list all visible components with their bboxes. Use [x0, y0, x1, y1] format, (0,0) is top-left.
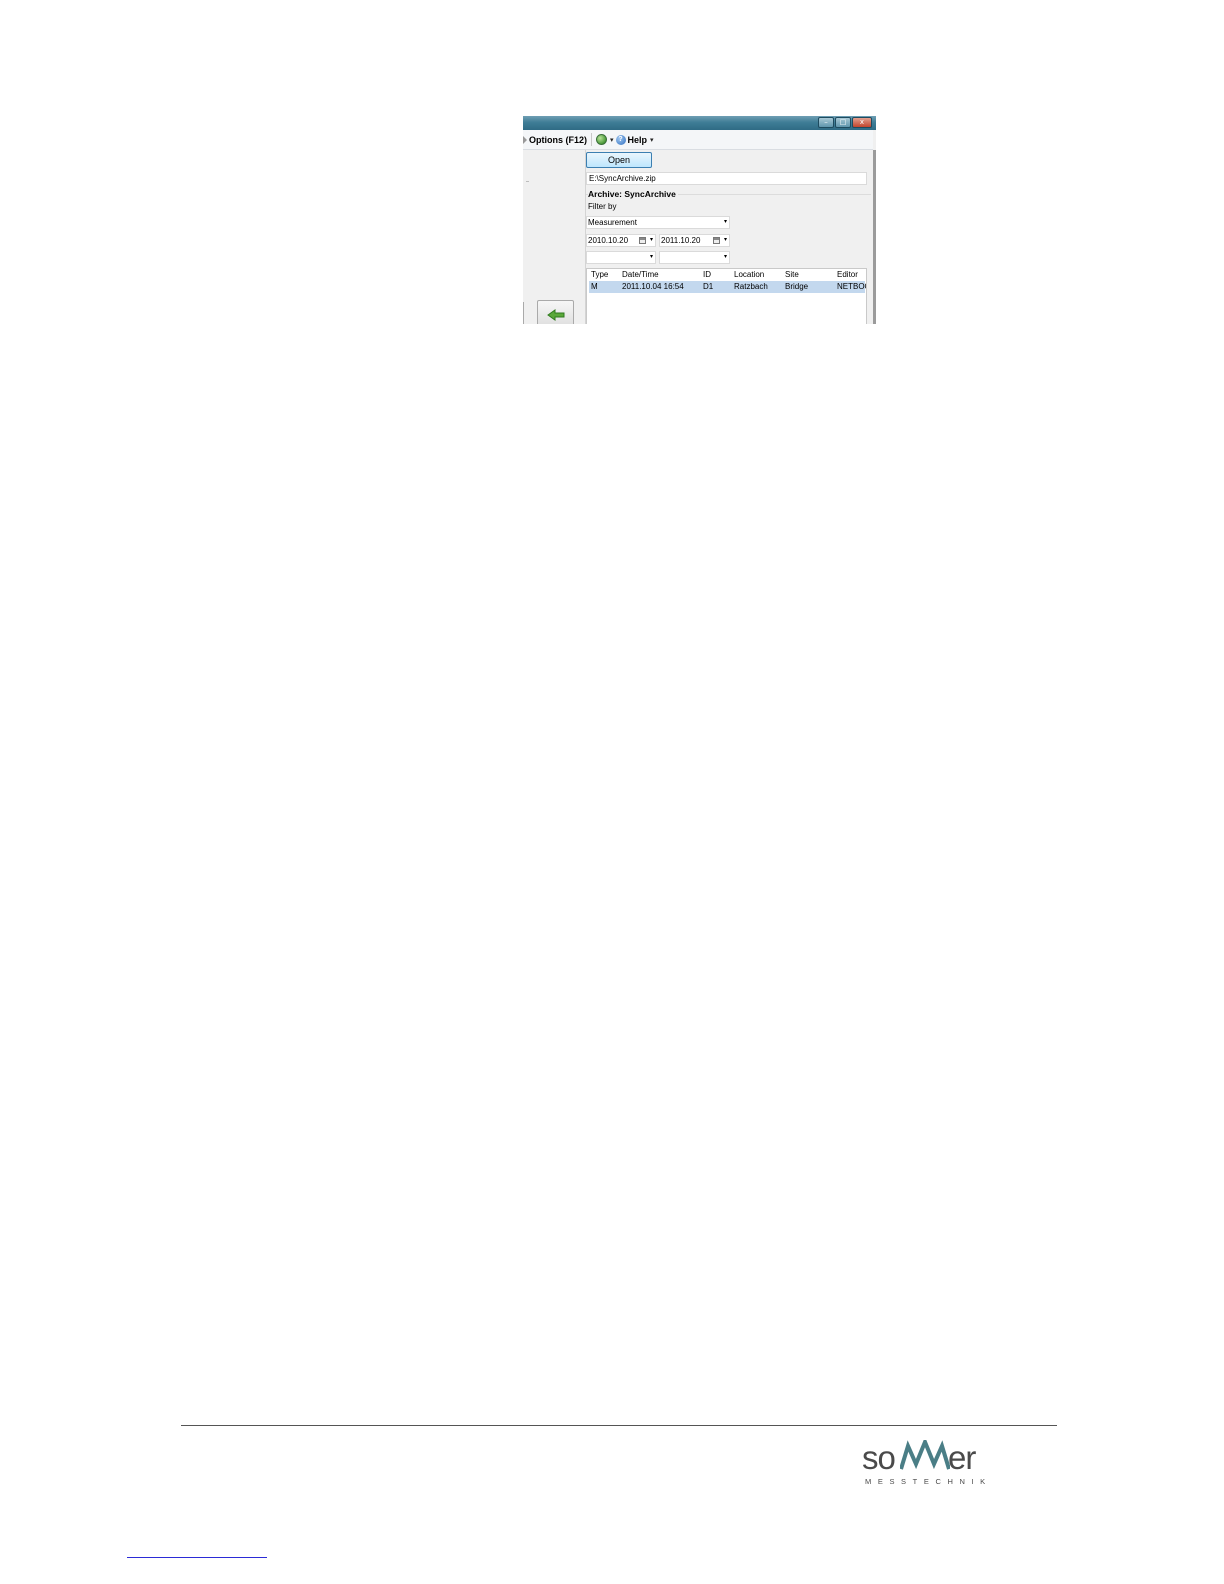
- mountain-peaks-icon: [900, 1440, 950, 1470]
- company-logo: so er MESSTECHNIK: [862, 1439, 985, 1488]
- calendar-icon[interactable]: [713, 237, 720, 244]
- help-icon[interactable]: ?: [615, 134, 626, 145]
- filter-select-value: Measurement: [588, 218, 637, 227]
- column-header-editor[interactable]: Editor: [837, 269, 858, 281]
- calendar-icon[interactable]: [639, 237, 646, 244]
- column-header-id[interactable]: ID: [703, 269, 711, 281]
- archive-group-title: Archive: SyncArchive: [588, 189, 678, 199]
- date-from-picker[interactable]: 2010.10.20 ▾: [586, 234, 656, 247]
- table-row[interactable]: M 2011.10.04 16:54 D1 Ratzbach Bridge NE…: [589, 281, 866, 293]
- date-from-value: 2010.10.20: [588, 236, 629, 245]
- cell-site: Bridge: [785, 282, 809, 291]
- menu-overflow-arrow-icon: [523, 135, 527, 144]
- menu-bar: Options (F12) ▾ ? Help ▾: [523, 130, 873, 150]
- date-to-value: 2011.10.20: [661, 236, 701, 245]
- logo-text-right: er: [948, 1439, 976, 1476]
- filter-select[interactable]: Measurement ▾: [586, 216, 730, 229]
- close-button[interactable]: x: [852, 117, 872, 128]
- footer-link-underline[interactable]: [127, 1557, 267, 1558]
- menu-separator: [591, 133, 592, 146]
- filter-label: Filter by: [588, 202, 617, 211]
- chevron-down-icon[interactable]: ▾: [650, 235, 653, 246]
- archive-path-field[interactable]: E:\SyncArchive.zip: [586, 172, 867, 185]
- left-pane: [523, 150, 586, 324]
- column-header-location[interactable]: Location: [734, 269, 764, 281]
- extra-filter-select-2[interactable]: ▾: [659, 251, 730, 264]
- vertical-scrollbar[interactable]: [873, 150, 876, 324]
- logo-subtitle: MESSTECHNIK: [865, 1477, 992, 1486]
- window-controls: – □ x: [818, 117, 872, 128]
- menu-options[interactable]: Options (F12): [529, 135, 587, 145]
- footer-divider: [181, 1425, 1057, 1426]
- window-titlebar: – □ x: [523, 116, 876, 130]
- open-button[interactable]: Open: [586, 152, 652, 168]
- chevron-down-icon[interactable]: ▾: [650, 252, 653, 263]
- app-screenshot: – □ x Options (F12) ▾ ? Help ▾ Open E:\S…: [523, 116, 876, 324]
- column-header-type[interactable]: Type: [591, 269, 608, 281]
- archive-pane: Open E:\SyncArchive.zip Archive: SyncArc…: [586, 150, 873, 324]
- column-header-datetime[interactable]: Date/Time: [622, 269, 659, 281]
- minimize-button[interactable]: –: [818, 117, 834, 128]
- extra-filter-select-1[interactable]: ▾: [586, 251, 656, 264]
- archive-table: Type Date/Time ID Location Site Editor M…: [586, 268, 867, 324]
- globe-icon[interactable]: [596, 134, 607, 145]
- chevron-down-icon[interactable]: ▾: [724, 217, 727, 228]
- cell-type: M: [591, 282, 598, 291]
- column-header-site[interactable]: Site: [785, 269, 799, 281]
- maximize-button[interactable]: □: [835, 117, 851, 128]
- arrow-left-icon: [546, 309, 564, 321]
- chevron-down-icon[interactable]: ▾: [724, 252, 727, 263]
- pane-edge: [523, 302, 524, 324]
- logo-text-left: so: [862, 1439, 896, 1476]
- pane-splitter-mark: [526, 181, 529, 182]
- cell-id: D1: [703, 282, 714, 291]
- help-dropdown-arrow-icon[interactable]: ▾: [650, 136, 654, 144]
- menu-help[interactable]: Help: [628, 135, 648, 145]
- globe-dropdown-arrow-icon[interactable]: ▾: [610, 136, 614, 144]
- cell-datetime: 2011.10.04 16:54: [622, 282, 684, 291]
- back-button[interactable]: [537, 300, 574, 324]
- date-to-picker[interactable]: 2011.10.20 ▾: [659, 234, 730, 247]
- cell-editor: NETBOOK: [837, 282, 866, 291]
- cell-location: Ratzbach: [734, 282, 768, 291]
- table-header: Type Date/Time ID Location Site Editor: [587, 269, 866, 281]
- chevron-down-icon[interactable]: ▾: [724, 235, 727, 246]
